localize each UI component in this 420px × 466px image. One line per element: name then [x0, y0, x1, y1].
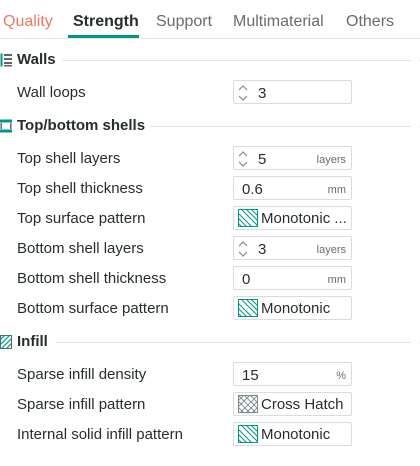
sparse-infill-density-unit: % [336, 370, 346, 382]
internal-solid-infill-pattern-value: Monotonic [261, 426, 331, 443]
top-shell-layers-value: 5 [258, 151, 267, 168]
sparse-infill-density-input[interactable]: 15 % [233, 362, 352, 386]
top-bottom-shells-icon [0, 119, 12, 133]
setting-top-shell-thickness: Top shell thickness 0.6 mm [0, 174, 420, 204]
bottom-shell-layers-unit: layers [316, 244, 346, 256]
setting-sparse-infill-density: Sparse infill density 15 % [0, 360, 420, 390]
section-divider [62, 60, 420, 61]
setting-top-shell-layers: Top shell layers 5 layers [0, 144, 420, 174]
section-title-top-bottom: Top/bottom shells [17, 117, 146, 134]
bottom-surface-pattern-label: Bottom surface pattern [17, 300, 169, 317]
wall-loops-value: 3 [258, 85, 267, 102]
top-shell-thickness-label: Top shell thickness [17, 180, 143, 197]
section-divider [150, 126, 420, 127]
spin-arrows-icon[interactable] [238, 150, 248, 168]
top-shell-thickness-value: 0.6 [242, 181, 263, 198]
internal-solid-infill-pattern-combo[interactable]: Monotonic [233, 422, 352, 446]
spin-arrows-icon[interactable] [238, 240, 248, 258]
setting-sparse-infill-pattern: Sparse infill pattern Cross Hatch [0, 390, 420, 420]
sparse-infill-density-label: Sparse infill density [17, 366, 147, 383]
sparse-infill-pattern-value: Cross Hatch [261, 396, 344, 413]
sparse-infill-density-value: 15 [242, 367, 259, 384]
tab-strength[interactable]: Strength [73, 13, 139, 31]
bottom-shell-layers-label: Bottom shell layers [17, 240, 144, 257]
tab-support[interactable]: Support [156, 13, 212, 31]
top-surface-pattern-value: Monotonic ... [261, 210, 347, 227]
setting-bottom-shell-layers: Bottom shell layers 3 layers [0, 234, 420, 264]
tab-divider [0, 38, 420, 39]
section-title-walls: Walls [17, 51, 56, 68]
sparse-infill-pattern-combo[interactable]: Cross Hatch [233, 392, 352, 416]
bottom-surface-pattern-value: Monotonic [261, 300, 331, 317]
bottom-shell-thickness-unit: mm [327, 274, 346, 286]
bottom-shell-thickness-input[interactable]: 0 mm [233, 266, 352, 290]
tab-quality[interactable]: Quality [3, 13, 53, 31]
walls-icon [0, 53, 12, 67]
section-top-bottom-header: Top/bottom shells [0, 117, 420, 139]
setting-bottom-shell-thickness: Bottom shell thickness 0 mm [0, 264, 420, 294]
setting-wall-loops: Wall loops 3 [0, 78, 420, 108]
bottom-surface-pattern-combo[interactable]: Monotonic [233, 296, 352, 320]
monotonic-pattern-icon [238, 209, 258, 227]
top-surface-pattern-label: Top surface pattern [17, 210, 146, 227]
setting-top-surface-pattern: Top surface pattern Monotonic ... [0, 204, 420, 234]
section-infill-header: Infill [0, 333, 420, 355]
top-shell-layers-label: Top shell layers [17, 150, 121, 167]
monotonic-pattern-icon [238, 425, 258, 443]
tab-bar: Quality Strength Support Multimaterial O… [0, 0, 420, 40]
top-shell-thickness-unit: mm [327, 184, 346, 196]
cross-hatch-pattern-icon [238, 395, 258, 413]
wall-loops-label: Wall loops [17, 84, 86, 101]
section-divider [56, 342, 420, 343]
top-shell-thickness-input[interactable]: 0.6 mm [233, 176, 352, 200]
internal-solid-infill-pattern-label: Internal solid infill pattern [17, 426, 183, 443]
bottom-shell-layers-value: 3 [258, 241, 267, 258]
bottom-shell-layers-spinbox[interactable]: 3 layers [233, 236, 352, 260]
top-shell-layers-unit: layers [316, 154, 346, 166]
top-surface-pattern-combo[interactable]: Monotonic ... [233, 206, 352, 230]
setting-internal-solid-infill-pattern: Internal solid infill pattern Monotonic [0, 420, 420, 450]
section-title-infill: Infill [17, 333, 48, 350]
infill-icon [0, 335, 12, 349]
section-walls-header: Walls [0, 51, 420, 73]
monotonic-pattern-icon [238, 299, 258, 317]
sparse-infill-pattern-label: Sparse infill pattern [17, 396, 146, 413]
bottom-shell-thickness-value: 0 [242, 271, 251, 288]
spin-arrows-icon[interactable] [238, 84, 248, 102]
top-shell-layers-spinbox[interactable]: 5 layers [233, 146, 352, 170]
scrollbar[interactable] [411, 40, 419, 450]
bottom-shell-thickness-label: Bottom shell thickness [17, 270, 167, 287]
setting-bottom-surface-pattern: Bottom surface pattern Monotonic [0, 294, 420, 324]
wall-loops-spinbox[interactable]: 3 [233, 80, 352, 104]
tab-others[interactable]: Others [346, 13, 394, 31]
tab-multimaterial[interactable]: Multimaterial [233, 13, 324, 31]
